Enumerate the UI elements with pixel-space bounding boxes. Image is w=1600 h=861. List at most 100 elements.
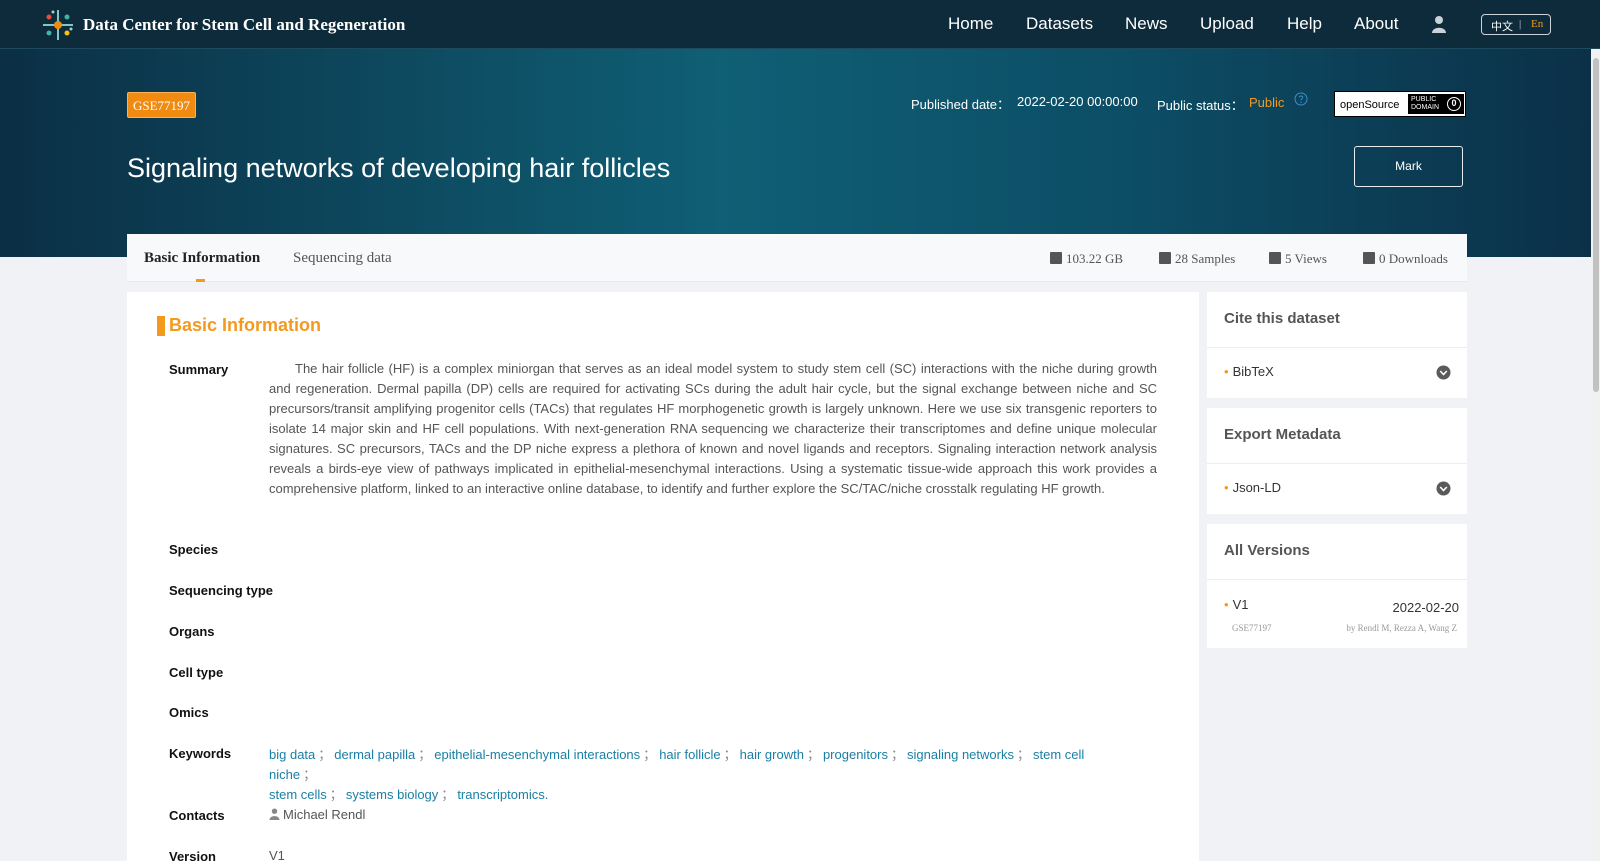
- keyword-link[interactable]: big data: [269, 747, 315, 762]
- nav-about[interactable]: About: [1354, 14, 1398, 34]
- cite-panel: Cite this dataset • BibTeX: [1207, 292, 1467, 398]
- version-authors: by Rendl M, Rezza A, Wang Z: [1346, 623, 1457, 633]
- version-item-name[interactable]: • V1: [1224, 597, 1248, 612]
- contacts-label: Contacts: [169, 808, 225, 823]
- export-panel: Export Metadata • Json-LD: [1207, 408, 1467, 514]
- language-switcher[interactable]: 中文 | En: [1481, 14, 1551, 35]
- top-navigation: Data Center for Stem Cell and Regenerati…: [0, 0, 1600, 49]
- keyword-separator: ；: [891, 747, 905, 762]
- contact-name: Michael Rendl: [283, 807, 366, 822]
- keywords-label: Keywords: [169, 746, 232, 761]
- storage-icon: [1050, 252, 1062, 264]
- keyword-separator: ；: [418, 747, 432, 762]
- version-label: Version: [169, 849, 216, 861]
- keyword-link[interactable]: systems biology: [346, 787, 438, 802]
- stat-samples: 28 Samples: [1159, 251, 1235, 267]
- download-icon: [1363, 252, 1375, 264]
- accession-badge: GSE77197: [127, 92, 197, 118]
- omics-label: Omics: [169, 705, 209, 720]
- stat-samples-value: 28 Samples: [1175, 251, 1236, 266]
- contact-entry: Michael Rendl: [269, 807, 365, 822]
- keyword-separator: ；: [303, 767, 317, 782]
- keywords-list: big data； dermal papilla； epithelial-mesen…: [269, 745, 1119, 805]
- public-status-value: Public: [1249, 95, 1285, 110]
- keyword-separator: ；: [643, 747, 657, 762]
- help-icon[interactable]: [1294, 92, 1308, 106]
- stat-downloads: 0 Downloads: [1363, 251, 1448, 267]
- keyword-link[interactable]: signaling networks: [907, 747, 1014, 762]
- keyword-separator: ；: [318, 747, 332, 762]
- tab-basic-information[interactable]: Basic Information: [144, 250, 260, 267]
- keyword-link[interactable]: epithelial-mesenchymal interactions: [434, 747, 640, 762]
- jsonld-label: Json-LD: [1232, 480, 1281, 495]
- summary-text: The hair follicle (HF) is a complex mini…: [269, 361, 1157, 496]
- site-brand[interactable]: Data Center for Stem Cell and Regenerati…: [83, 15, 405, 35]
- bibtex-download-icon[interactable]: [1436, 365, 1451, 380]
- jsonld-download-icon[interactable]: [1436, 481, 1451, 496]
- published-date-value: 2022-02-20 00:00:00: [1017, 94, 1138, 109]
- lang-separator: |: [1519, 18, 1522, 30]
- version-name: V1: [1232, 597, 1249, 612]
- stat-views: 5 Views: [1269, 251, 1327, 267]
- version-value: V1: [269, 848, 285, 861]
- stat-size: 103.22 GB: [1050, 251, 1123, 267]
- keyword-link[interactable]: transcriptomics.: [457, 787, 548, 802]
- samples-icon: [1159, 252, 1171, 264]
- stat-downloads-value: 0 Downloads: [1379, 251, 1448, 266]
- tab-sequencing-data[interactable]: Sequencing data: [293, 250, 392, 267]
- export-divider: [1207, 463, 1467, 464]
- open-source-label: openSource: [1340, 99, 1400, 111]
- person-icon: [269, 808, 280, 820]
- species-label: Species: [169, 542, 219, 557]
- section-title: Basic Information: [169, 315, 322, 335]
- cell-type-label: Cell type: [169, 665, 224, 680]
- version-date: 2022-02-20: [1392, 600, 1460, 615]
- versions-divider: [1207, 579, 1467, 580]
- organs-label: Organs: [169, 624, 215, 639]
- stat-views-value: 5 Views: [1285, 251, 1327, 266]
- public-status-label: Public status：: [1157, 98, 1244, 113]
- lang-zh[interactable]: 中文: [1491, 18, 1513, 34]
- keyword-link[interactable]: dermal papilla: [334, 747, 415, 762]
- nav-news[interactable]: News: [1125, 14, 1168, 34]
- keyword-separator: ；: [723, 747, 737, 762]
- cite-divider: [1207, 347, 1467, 348]
- user-icon[interactable]: [1430, 14, 1448, 34]
- active-tab-indicator: [196, 279, 205, 282]
- keyword-separator: ；: [1016, 747, 1030, 762]
- public-domain-mark: PUBLIC DOMAIN 0: [1408, 94, 1464, 114]
- lang-en[interactable]: En: [1531, 18, 1543, 30]
- nav-upload[interactable]: Upload: [1200, 14, 1254, 34]
- nav-home[interactable]: Home: [948, 14, 993, 34]
- stat-size-value: 103.22 GB: [1066, 251, 1124, 266]
- dataset-tab-bar: Basic Information Sequencing data 103.22…: [127, 234, 1467, 282]
- section-accent-bar: [157, 316, 165, 336]
- versions-panel: All Versions • V1 2022-02-20 GSE77197 by …: [1207, 524, 1467, 648]
- bibtex-item[interactable]: • BibTeX: [1224, 364, 1274, 379]
- basic-information-panel: Basic Information Summary The hair folli…: [127, 292, 1199, 861]
- keyword-link[interactable]: stem cells: [269, 787, 327, 802]
- cite-title: Cite this dataset: [1224, 310, 1340, 327]
- dataset-title: Signaling networks of developing hair fo…: [127, 153, 671, 183]
- bibtex-label: BibTeX: [1232, 364, 1274, 379]
- eye-icon: [1269, 252, 1281, 264]
- published-date-label: Published date：: [911, 97, 1011, 112]
- keyword-link[interactable]: progenitors: [823, 747, 888, 762]
- jsonld-item[interactable]: • Json-LD: [1224, 480, 1281, 495]
- open-source-badge: openSource PUBLIC DOMAIN 0: [1334, 91, 1466, 117]
- nav-help[interactable]: Help: [1287, 14, 1322, 34]
- keyword-link[interactable]: hair growth: [740, 747, 804, 762]
- version-accession: GSE77197: [1232, 623, 1272, 633]
- keyword-link[interactable]: hair follicle: [659, 747, 720, 762]
- export-title: Export Metadata: [1224, 426, 1341, 443]
- site-logo-icon[interactable]: [40, 8, 76, 42]
- keyword-separator: ；: [329, 787, 343, 802]
- versions-title: All Versions: [1224, 542, 1310, 559]
- page-scrollbar-thumb[interactable]: [1593, 58, 1599, 392]
- keyword-separator: ；: [806, 747, 820, 762]
- summary-label: Summary: [169, 362, 229, 377]
- mark-button[interactable]: Mark: [1354, 146, 1463, 187]
- cc-zero-icon: 0: [1447, 97, 1461, 111]
- nav-datasets[interactable]: Datasets: [1026, 14, 1093, 34]
- bullet: •: [1224, 364, 1229, 379]
